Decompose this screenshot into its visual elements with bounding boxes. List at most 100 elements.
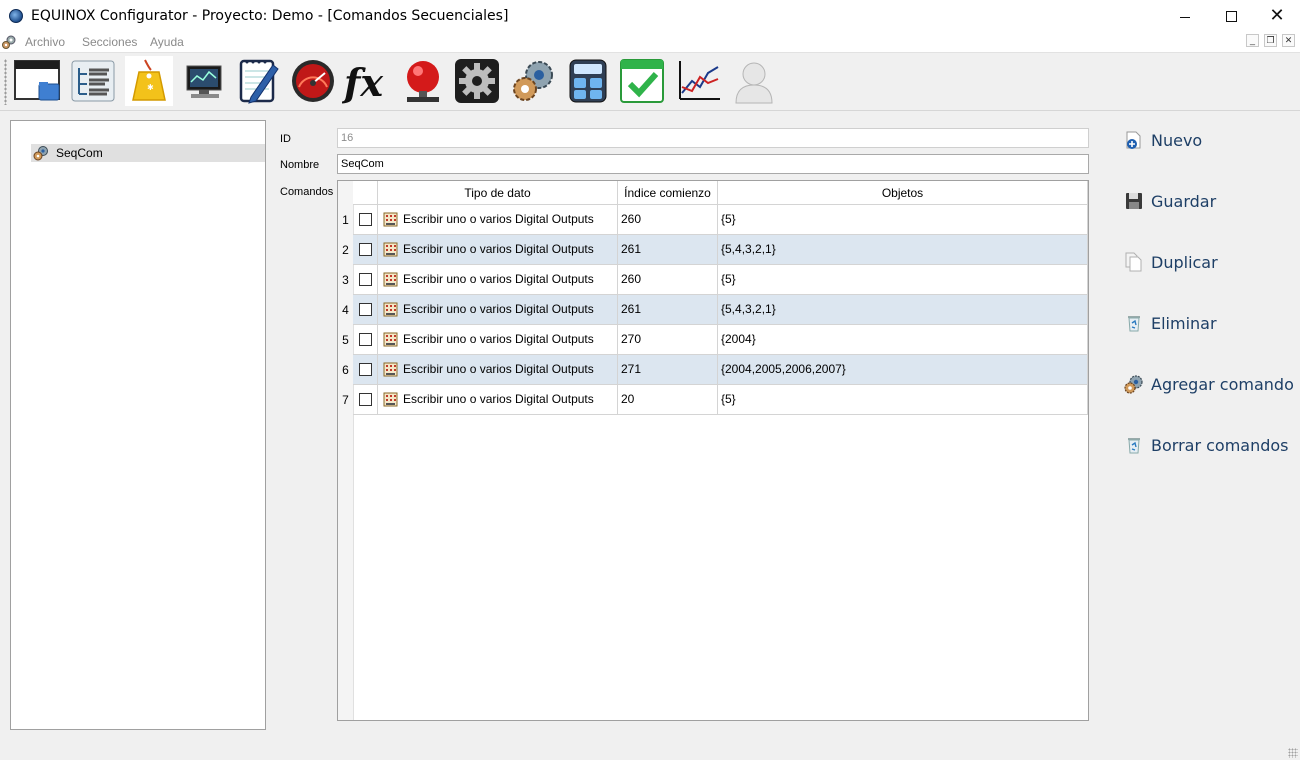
row-checkbox[interactable] bbox=[359, 243, 372, 256]
row-objects[interactable]: {5,4,3,2,1} bbox=[718, 235, 1088, 265]
agregar-comando-button[interactable]: Agregar comando bbox=[1124, 372, 1294, 396]
toolbar-gears-button[interactable] bbox=[508, 56, 558, 106]
toolbar-window-button[interactable] bbox=[12, 56, 62, 106]
nuevo-label: Nuevo bbox=[1151, 130, 1203, 150]
row-checkbox[interactable] bbox=[359, 333, 372, 346]
guardar-button[interactable]: Guardar bbox=[1124, 189, 1216, 213]
toolbar-calendar-button[interactable] bbox=[617, 56, 667, 106]
toolbar-tag-button[interactable]: ✱ bbox=[124, 56, 174, 106]
toolbar-chart-button[interactable] bbox=[673, 56, 723, 106]
table-row[interactable]: Escribir uno o varios Digital Outputs 26… bbox=[353, 265, 1088, 295]
row-start-index[interactable]: 20 bbox=[618, 385, 718, 415]
row-objects[interactable]: {5,4,3,2,1} bbox=[718, 295, 1088, 325]
agregar-comando-label: Agregar comando bbox=[1151, 374, 1294, 394]
toolbar-grip[interactable] bbox=[4, 59, 7, 105]
row-checkbox[interactable] bbox=[359, 213, 372, 226]
row-type: Escribir uno o varios Digital Outputs bbox=[403, 212, 594, 226]
row-start-index[interactable]: 261 bbox=[618, 295, 718, 325]
borrar-comandos-button[interactable]: Borrar comandos bbox=[1124, 433, 1289, 457]
row-number[interactable]: 7 bbox=[338, 385, 353, 415]
sequence-tree[interactable]: SeqCom bbox=[10, 120, 266, 730]
close-button[interactable]: ✕ bbox=[1254, 0, 1300, 32]
row-checkbox[interactable] bbox=[359, 393, 372, 406]
mdi-restore-button[interactable]: ❐ bbox=[1264, 34, 1277, 47]
row-number[interactable]: 6 bbox=[338, 355, 353, 385]
row-start-index[interactable]: 260 bbox=[618, 205, 718, 235]
toolbar-notepad-button[interactable] bbox=[234, 56, 284, 106]
row-objects[interactable]: {5} bbox=[718, 205, 1088, 235]
row-number[interactable]: 4 bbox=[338, 295, 353, 325]
row-type: Escribir uno o varios Digital Outputs bbox=[403, 362, 594, 376]
table-row[interactable]: Escribir uno o varios Digital Outputs 20… bbox=[353, 385, 1088, 415]
gears-icon bbox=[2, 35, 16, 49]
digital-output-icon bbox=[383, 332, 398, 347]
row-objects[interactable]: {2004,2005,2006,2007} bbox=[718, 355, 1088, 385]
gears-icon bbox=[1124, 375, 1143, 394]
recycle-bin-icon bbox=[1128, 316, 1140, 332]
notepad-pen-icon bbox=[239, 59, 279, 104]
menu-archivo[interactable]: Archivo bbox=[25, 35, 65, 49]
window-title: EQUINOX Configurator - Proyecto: Demo - … bbox=[31, 8, 509, 24]
calendar-check-icon bbox=[620, 59, 664, 103]
commands-label: Comandos bbox=[280, 186, 334, 198]
window-icon bbox=[14, 60, 60, 101]
row-number[interactable]: 1 bbox=[338, 205, 353, 235]
alarm-bell-icon bbox=[407, 61, 439, 102]
toolbar-settings-button[interactable] bbox=[452, 56, 502, 106]
id-label: ID bbox=[280, 133, 291, 145]
guardar-label: Guardar bbox=[1151, 191, 1217, 211]
nuevo-button[interactable]: Nuevo bbox=[1124, 128, 1202, 152]
eliminar-button[interactable]: Eliminar bbox=[1124, 311, 1217, 335]
table-row[interactable]: Escribir uno o varios Digital Outputs 27… bbox=[353, 325, 1088, 355]
calculator-icon bbox=[569, 59, 607, 103]
borrar-comandos-label: Borrar comandos bbox=[1151, 435, 1289, 455]
minimize-button[interactable] bbox=[1162, 0, 1208, 32]
name-label: Nombre bbox=[280, 159, 320, 171]
checkbox-column-header[interactable] bbox=[353, 181, 378, 205]
row-number[interactable]: 2 bbox=[338, 235, 353, 265]
row-type: Escribir uno o varios Digital Outputs bbox=[403, 332, 594, 346]
maximize-icon bbox=[1225, 10, 1237, 22]
toolbar-tree-button[interactable] bbox=[68, 56, 118, 106]
row-objects[interactable]: {5} bbox=[718, 385, 1088, 415]
row-start-index[interactable]: 261 bbox=[618, 235, 718, 265]
gauge-icon bbox=[292, 60, 334, 102]
table-row[interactable]: Escribir uno o varios Digital Outputs 26… bbox=[353, 235, 1088, 265]
row-number[interactable]: 5 bbox=[338, 325, 353, 355]
toolbar-alarm-button[interactable] bbox=[398, 56, 448, 106]
row-checkbox[interactable] bbox=[359, 273, 372, 286]
toolbar-calculator-button[interactable] bbox=[563, 56, 613, 106]
row-objects[interactable]: {2004} bbox=[718, 325, 1088, 355]
row-start-index[interactable]: 260 bbox=[618, 265, 718, 295]
row-type: Escribir uno o varios Digital Outputs bbox=[403, 302, 594, 316]
toolbar-user-button[interactable] bbox=[729, 56, 779, 106]
column-header-start-index[interactable]: Índice comienzo bbox=[618, 181, 718, 205]
row-checkbox[interactable] bbox=[359, 303, 372, 316]
row-start-index[interactable]: 270 bbox=[618, 325, 718, 355]
mdi-close-button[interactable]: ✕ bbox=[1282, 34, 1295, 47]
row-number[interactable]: 3 bbox=[338, 265, 353, 295]
row-start-index[interactable]: 271 bbox=[618, 355, 718, 385]
tree-item-seqcom[interactable]: SeqCom bbox=[31, 144, 265, 162]
toolbar-monitor-button[interactable] bbox=[180, 56, 230, 106]
maximize-button[interactable] bbox=[1208, 0, 1254, 32]
toolbar-function-button[interactable]: fx bbox=[342, 56, 392, 106]
title-bar: EQUINOX Configurator - Proyecto: Demo - … bbox=[0, 0, 1300, 33]
table-row[interactable]: Escribir uno o varios Digital Outputs 27… bbox=[353, 355, 1088, 385]
commands-grid[interactable]: Tipo de dato Índice comienzo Objetos 1 E… bbox=[337, 180, 1089, 721]
column-header-type[interactable]: Tipo de dato bbox=[378, 181, 618, 205]
row-checkbox[interactable] bbox=[359, 363, 372, 376]
table-row[interactable]: Escribir uno o varios Digital Outputs 26… bbox=[353, 295, 1088, 325]
mdi-minimize-button[interactable]: _ bbox=[1246, 34, 1259, 47]
eliminar-label: Eliminar bbox=[1151, 313, 1217, 333]
duplicar-button[interactable]: Duplicar bbox=[1124, 250, 1218, 274]
column-header-objects[interactable]: Objetos bbox=[718, 181, 1088, 205]
monitor-icon bbox=[186, 65, 222, 98]
menu-secciones[interactable]: Secciones bbox=[82, 35, 137, 49]
row-objects[interactable]: {5} bbox=[718, 265, 1088, 295]
menu-ayuda[interactable]: Ayuda bbox=[150, 35, 184, 49]
resize-grip[interactable] bbox=[1288, 748, 1298, 758]
table-row[interactable]: Escribir uno o varios Digital Outputs 26… bbox=[353, 205, 1088, 235]
name-field[interactable]: SeqCom bbox=[337, 154, 1089, 174]
toolbar-gauge-button[interactable] bbox=[288, 56, 338, 106]
